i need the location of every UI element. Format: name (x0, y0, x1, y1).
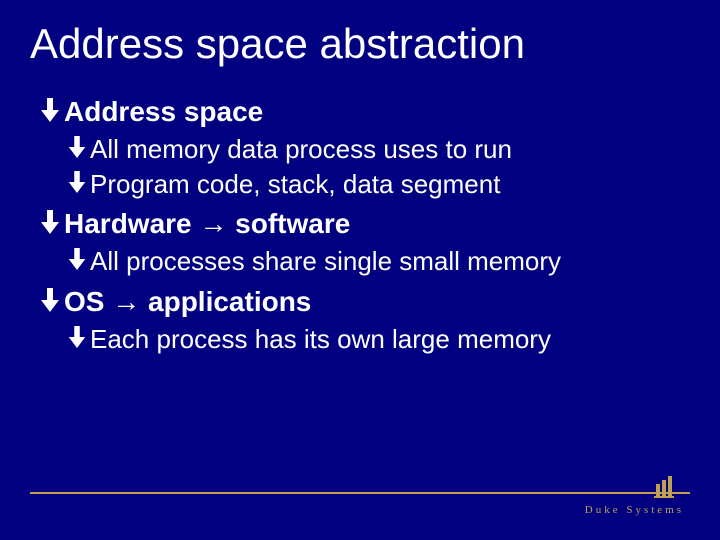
text-post: software (227, 208, 350, 239)
subbullet-memory-data: All memory data process uses to run (66, 134, 690, 165)
down-arrow-icon (38, 96, 62, 124)
bullet-text: Hardware → software (64, 208, 350, 240)
building-icon (654, 474, 678, 498)
slide: Address space abstraction Address space … (0, 0, 720, 540)
subbullet-program-code: Program code, stack, data segment (66, 169, 690, 200)
down-arrow-icon (66, 324, 88, 350)
down-arrow-icon (66, 246, 88, 272)
down-arrow-icon (66, 134, 88, 160)
slide-title: Address space abstraction (30, 20, 690, 68)
bullet-hardware-software: Hardware → software (38, 208, 690, 240)
bullet-text: All memory data process uses to run (90, 134, 512, 165)
text-post: applications (140, 286, 311, 317)
subbullet-processes-share: All processes share single small memory (66, 246, 690, 277)
bullet-text: Each process has its own large memory (90, 324, 551, 355)
text-pre: OS (64, 286, 112, 317)
bullet-address-space: Address space (38, 96, 690, 128)
footer-brand: Duke Systems (585, 504, 684, 516)
down-arrow-icon (38, 286, 62, 314)
slide-body: Address space All memory data process us… (30, 96, 690, 355)
text-pre: Hardware (64, 208, 199, 239)
bullet-text: All processes share single small memory (90, 246, 561, 277)
bullet-text: OS → applications (64, 286, 311, 318)
footer-divider (30, 492, 690, 494)
subbullet-own-memory: Each process has its own large memory (66, 324, 690, 355)
down-arrow-icon (38, 208, 62, 236)
right-arrow-icon: → (112, 286, 140, 317)
bullet-os-applications: OS → applications (38, 286, 690, 318)
right-arrow-icon: → (199, 208, 227, 239)
down-arrow-icon (66, 169, 88, 195)
bullet-text: Program code, stack, data segment (90, 169, 500, 200)
bullet-text: Address space (64, 96, 263, 128)
